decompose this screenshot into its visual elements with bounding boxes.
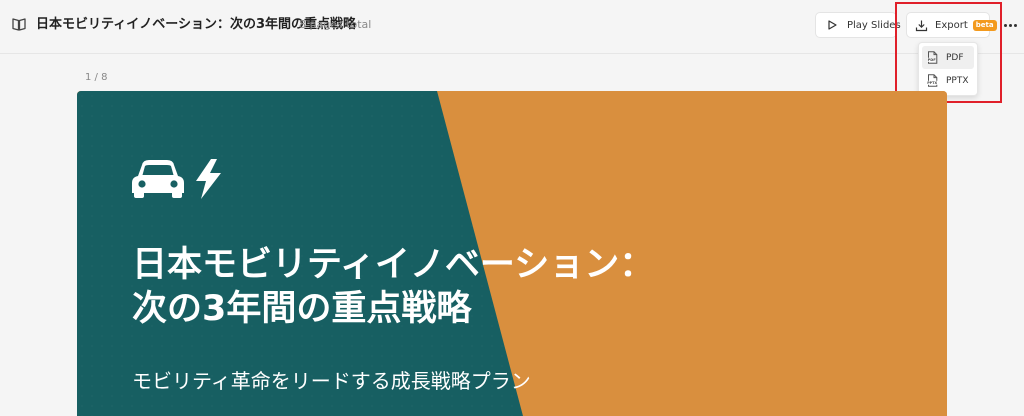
- slide-title-line-2: 次の3年間の重点戦略: [132, 289, 472, 329]
- export-pdf-option[interactable]: PDF PDF: [922, 46, 974, 69]
- slide-title: 日本モビリティイノベーション： 次の3年間の重点戦略: [132, 243, 654, 331]
- svg-text:PDF: PDF: [928, 58, 937, 62]
- export-label: Export: [935, 19, 968, 31]
- svg-text:PPTX: PPTX: [927, 81, 937, 85]
- more-options-button[interactable]: [998, 12, 1022, 38]
- pptx-option-label: PPTX: [946, 75, 969, 86]
- download-icon: [915, 20, 928, 31]
- play-slides-label: Play Slides: [847, 19, 901, 31]
- export-pptx-option[interactable]: PPTX PPTX: [922, 69, 974, 92]
- top-bar: 日本モビリティイノベーション：次の3年間の重点戦略 8 pages total …: [0, 0, 1024, 54]
- play-slides-button[interactable]: Play Slides: [815, 12, 901, 38]
- pages-total: 8 pages total: [299, 18, 372, 31]
- beta-badge: beta: [972, 19, 997, 31]
- export-dropdown-menu: PDF PDF PPTX PPTX: [918, 42, 978, 96]
- slide-icons: [132, 159, 221, 199]
- book-open-icon[interactable]: [11, 16, 27, 32]
- page-counter: 1 / 8: [85, 72, 108, 83]
- slide-preview[interactable]: 日本モビリティイノベーション： 次の3年間の重点戦略 モビリティ革命をリードする…: [77, 91, 947, 416]
- pdf-option-label: PDF: [946, 52, 964, 63]
- slide-title-line-1: 日本モビリティイノベーション：: [132, 245, 655, 285]
- pdf-file-icon: PDF: [927, 51, 938, 64]
- export-button[interactable]: Export beta: [906, 12, 997, 38]
- play-icon: [828, 20, 837, 30]
- lightning-bolt-icon: [196, 159, 221, 199]
- slide-subtitle: モビリティ革命をリードする成長戦略プラン: [132, 369, 531, 393]
- more-horizontal-icon: [1003, 23, 1007, 27]
- car-icon: [132, 160, 184, 198]
- pptx-file-icon: PPTX: [927, 74, 938, 87]
